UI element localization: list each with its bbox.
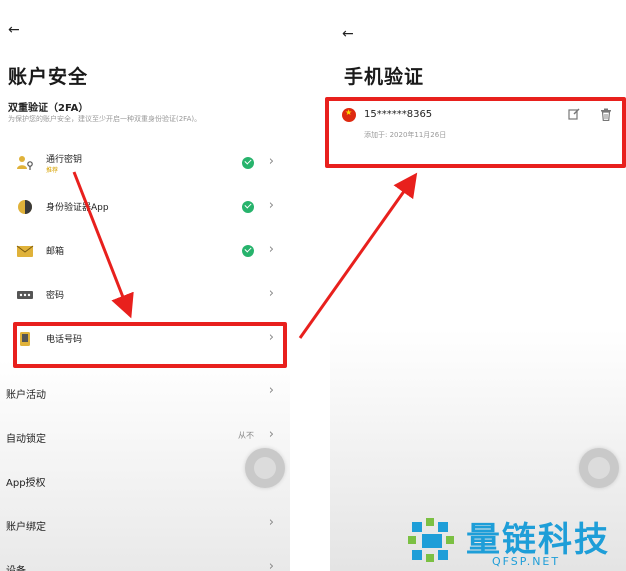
brand-site: QFSP.NET — [492, 555, 561, 568]
arrow-to-phone-entry — [298, 172, 418, 339]
brand-name: 量链科技 — [466, 520, 610, 560]
brand-logo-icon — [408, 518, 454, 562]
watermark-logo: 量链科技 QFSP.NET — [404, 510, 626, 571]
arrow-to-phone-number — [72, 171, 134, 319]
annotation-arrows — [72, 171, 418, 339]
